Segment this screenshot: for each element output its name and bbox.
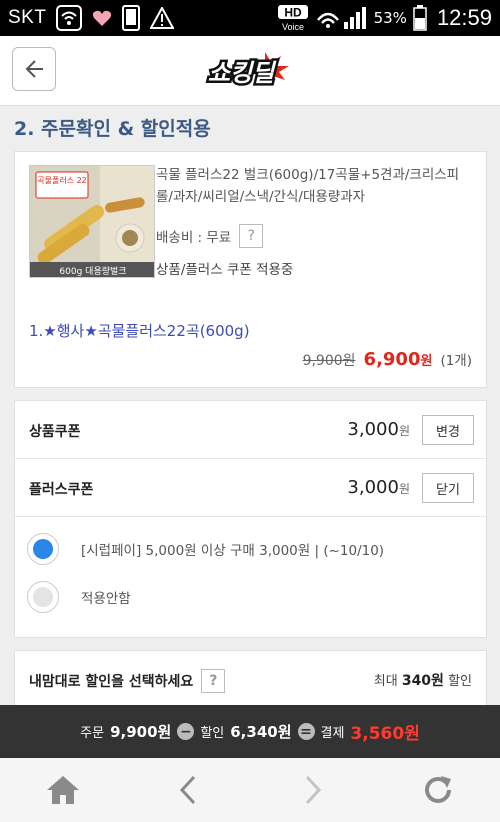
- wifi-icon: [56, 5, 83, 31]
- shipping-label: 배송비 : 무료: [156, 230, 232, 246]
- hd-voice-icon: HD Voice: [276, 4, 310, 32]
- custom-discount-card: 내맘대로 할인을 선택하세요 ? 최대 340원 할인: [14, 650, 487, 706]
- pay-label: 결제: [320, 726, 345, 741]
- plus-coupon-amount: 3,000원: [347, 477, 410, 498]
- change-coupon-button[interactable]: 변경: [422, 415, 474, 445]
- max-discount-value: 340원: [401, 673, 444, 689]
- discount-help-button[interactable]: ?: [201, 669, 226, 693]
- browser-nav-bar: [0, 758, 500, 822]
- pay-value: 3,560원: [350, 724, 420, 744]
- product-coupon-row: 상품쿠폰 3,000원 변경: [15, 401, 486, 459]
- product-coupon-value: 3,000: [347, 419, 399, 440]
- thumbnail-label: 곡물플러스 22: [37, 176, 87, 185]
- product-coupon-label: 상품쿠폰: [29, 424, 81, 440]
- voice-label: Voice: [282, 22, 304, 32]
- phone-icon: [122, 5, 141, 31]
- shocking-deal-logo[interactable]: 쇼킹딜: [205, 50, 300, 90]
- back-button[interactable]: [12, 47, 56, 91]
- section-title: 2. 주문확인 & 할인적용: [14, 118, 211, 140]
- coupon-option-syrup-pay[interactable]: [시럽페이] 5,000원 이상 구매 3,000원 | (~10/10): [27, 533, 384, 565]
- max-discount-suffix: 할인: [448, 674, 472, 689]
- status-bar: SKT HD Voice 53% 12:59: [0, 0, 500, 36]
- logo-text: 쇼킹딜: [208, 59, 277, 87]
- coupon-option-label: [시럽페이] 5,000원 이상 구매 3,000원 | (~10/10): [81, 543, 385, 559]
- hd-label: HD: [284, 6, 302, 20]
- app-header: 쇼킹딜: [0, 36, 500, 106]
- refresh-button[interactable]: [408, 765, 468, 815]
- coupon-option-label: 적용안함: [81, 591, 131, 607]
- browser-forward-button[interactable]: [283, 765, 343, 815]
- custom-discount-text: 내맘대로 할인을 선택하세요: [29, 674, 194, 690]
- price-row: 9,900원 6,900원 (1개): [303, 349, 472, 370]
- heart-icon: [92, 9, 112, 27]
- coupon-option-none[interactable]: 적용안함: [27, 581, 131, 613]
- radio-dot: [33, 587, 53, 607]
- plus-coupon-label: 플러스쿠폰: [29, 482, 94, 498]
- max-discount: 최대 340원 할인: [374, 670, 472, 690]
- product-coupon-unit: 원: [398, 424, 410, 438]
- chevron-right-icon: [305, 775, 321, 805]
- close-coupon-button[interactable]: 닫기: [422, 473, 474, 503]
- sale-price-value: 6,900: [363, 349, 421, 370]
- product-coupon-amount: 3,000원: [347, 419, 410, 440]
- quantity: (1개): [440, 353, 472, 369]
- radio-dot: [33, 539, 53, 559]
- sale-price-unit: 원: [420, 354, 433, 369]
- equals-icon: =: [297, 723, 315, 740]
- clock: 12:59: [436, 5, 492, 30]
- order-value: 9,900원: [110, 723, 172, 741]
- plus-coupon-value: 3,000: [347, 477, 399, 498]
- home-button[interactable]: [33, 765, 93, 815]
- product-title[interactable]: 곡물 플러스22 벌크(600g)/17곡물+5견과/크리스피롤/과자/씨리얼/…: [156, 164, 476, 208]
- thumbnail-caption: 600g 대용량벌크: [59, 265, 126, 277]
- signal-icon: [316, 6, 368, 30]
- carrier-label: SKT: [8, 7, 47, 28]
- plus-coupon-unit: 원: [398, 482, 410, 496]
- refresh-icon: [424, 776, 451, 803]
- discount-label: 할인: [200, 726, 225, 741]
- order-summary-bar: 주문 9,900원 − 할인 6,340원 = 결제 3,560원: [0, 705, 500, 758]
- radio-unselected[interactable]: [27, 581, 59, 613]
- order-label: 주문: [80, 726, 105, 741]
- product-thumbnail[interactable]: 곡물플러스 22 600g 대용량벌크: [29, 165, 155, 278]
- original-price: 9,900원: [302, 353, 356, 369]
- minus-icon: −: [177, 723, 195, 740]
- shipping-help-button[interactable]: ?: [239, 224, 264, 248]
- back-arrow-icon: [25, 60, 43, 78]
- plus-coupon-row: 플러스쿠폰 3,000원 닫기: [15, 459, 486, 517]
- warning-icon: [150, 7, 175, 29]
- shipping-info: 배송비 : 무료 ?: [156, 224, 264, 248]
- home-icon: [46, 776, 79, 804]
- selected-option[interactable]: 1.★행사★곡물플러스22곡(600g): [29, 320, 250, 341]
- coupon-card: 상품쿠폰 3,000원 변경 플러스쿠폰 3,000원 닫기 [시럽페이] 5,…: [14, 400, 487, 638]
- max-discount-prefix: 최대: [373, 674, 398, 689]
- battery-percent: 53%: [373, 9, 407, 27]
- discount-value: 6,340원: [230, 723, 292, 741]
- battery-icon: [413, 5, 427, 31]
- browser-back-button[interactable]: [158, 765, 218, 815]
- coupon-applied-note: 상품/플러스 쿠폰 적용중: [156, 262, 294, 278]
- sale-price: 6,900원: [364, 349, 433, 370]
- radio-selected[interactable]: [27, 533, 59, 565]
- product-card: 곡물플러스 22 600g 대용량벌크 곡물 플러스22 벌크(600g)/17…: [14, 151, 487, 388]
- chevron-left-icon: [179, 775, 195, 805]
- custom-discount-label: 내맘대로 할인을 선택하세요 ?: [29, 669, 226, 693]
